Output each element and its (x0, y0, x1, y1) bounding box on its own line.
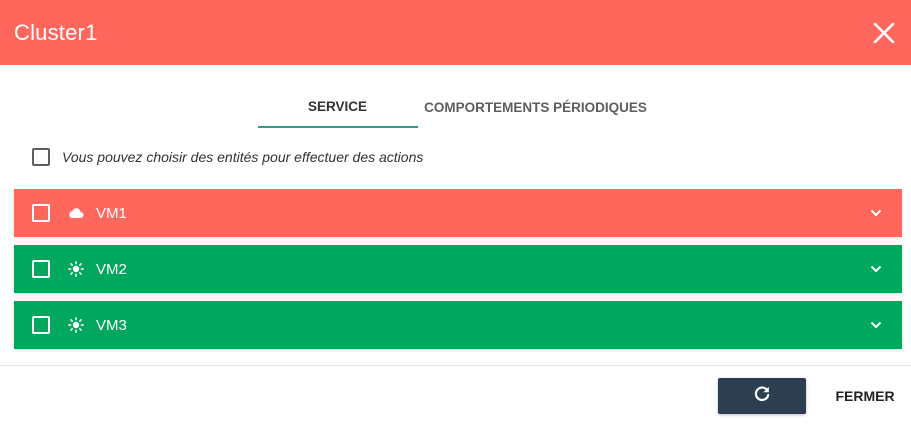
sun-icon (68, 317, 84, 333)
sun-icon (68, 261, 84, 277)
close-button[interactable]: FERMER (826, 378, 904, 414)
entity-row-vm3[interactable]: VM3 (14, 301, 902, 349)
cloud-icon (68, 205, 84, 221)
entity-row-vm2[interactable]: VM2 (14, 245, 902, 293)
entity-name: VM1 (96, 204, 127, 222)
tab-service[interactable]: SERVICE (257, 86, 418, 128)
entity-checkbox[interactable] (32, 260, 50, 278)
modal-title: Cluster1 (14, 19, 98, 45)
refresh-button[interactable] (718, 378, 806, 414)
entity-name: VM2 (96, 260, 127, 278)
chevron-down-icon[interactable] (868, 205, 884, 221)
select-all-checkbox[interactable] (32, 148, 50, 166)
chevron-down-icon[interactable] (868, 317, 884, 333)
entity-list: VM1 VM2 VM3 (14, 189, 902, 357)
footer-divider (0, 365, 911, 366)
refresh-icon (753, 385, 771, 408)
tab-bar: SERVICE COMPORTEMENTS PÉRIODIQUES (0, 86, 911, 130)
select-hint: Vous pouvez choisir des entités pour eff… (62, 149, 424, 165)
select-all-row: Vous pouvez choisir des entités pour eff… (32, 145, 423, 169)
modal-header: Cluster1 (0, 0, 911, 65)
entity-checkbox[interactable] (32, 316, 50, 334)
entity-row-vm1[interactable]: VM1 (14, 189, 902, 237)
entity-checkbox[interactable] (32, 204, 50, 222)
close-icon[interactable] (871, 20, 897, 46)
tab-periodic-behaviors[interactable]: COMPORTEMENTS PÉRIODIQUES (418, 86, 654, 128)
entity-name: VM3 (96, 316, 127, 334)
chevron-down-icon[interactable] (868, 261, 884, 277)
